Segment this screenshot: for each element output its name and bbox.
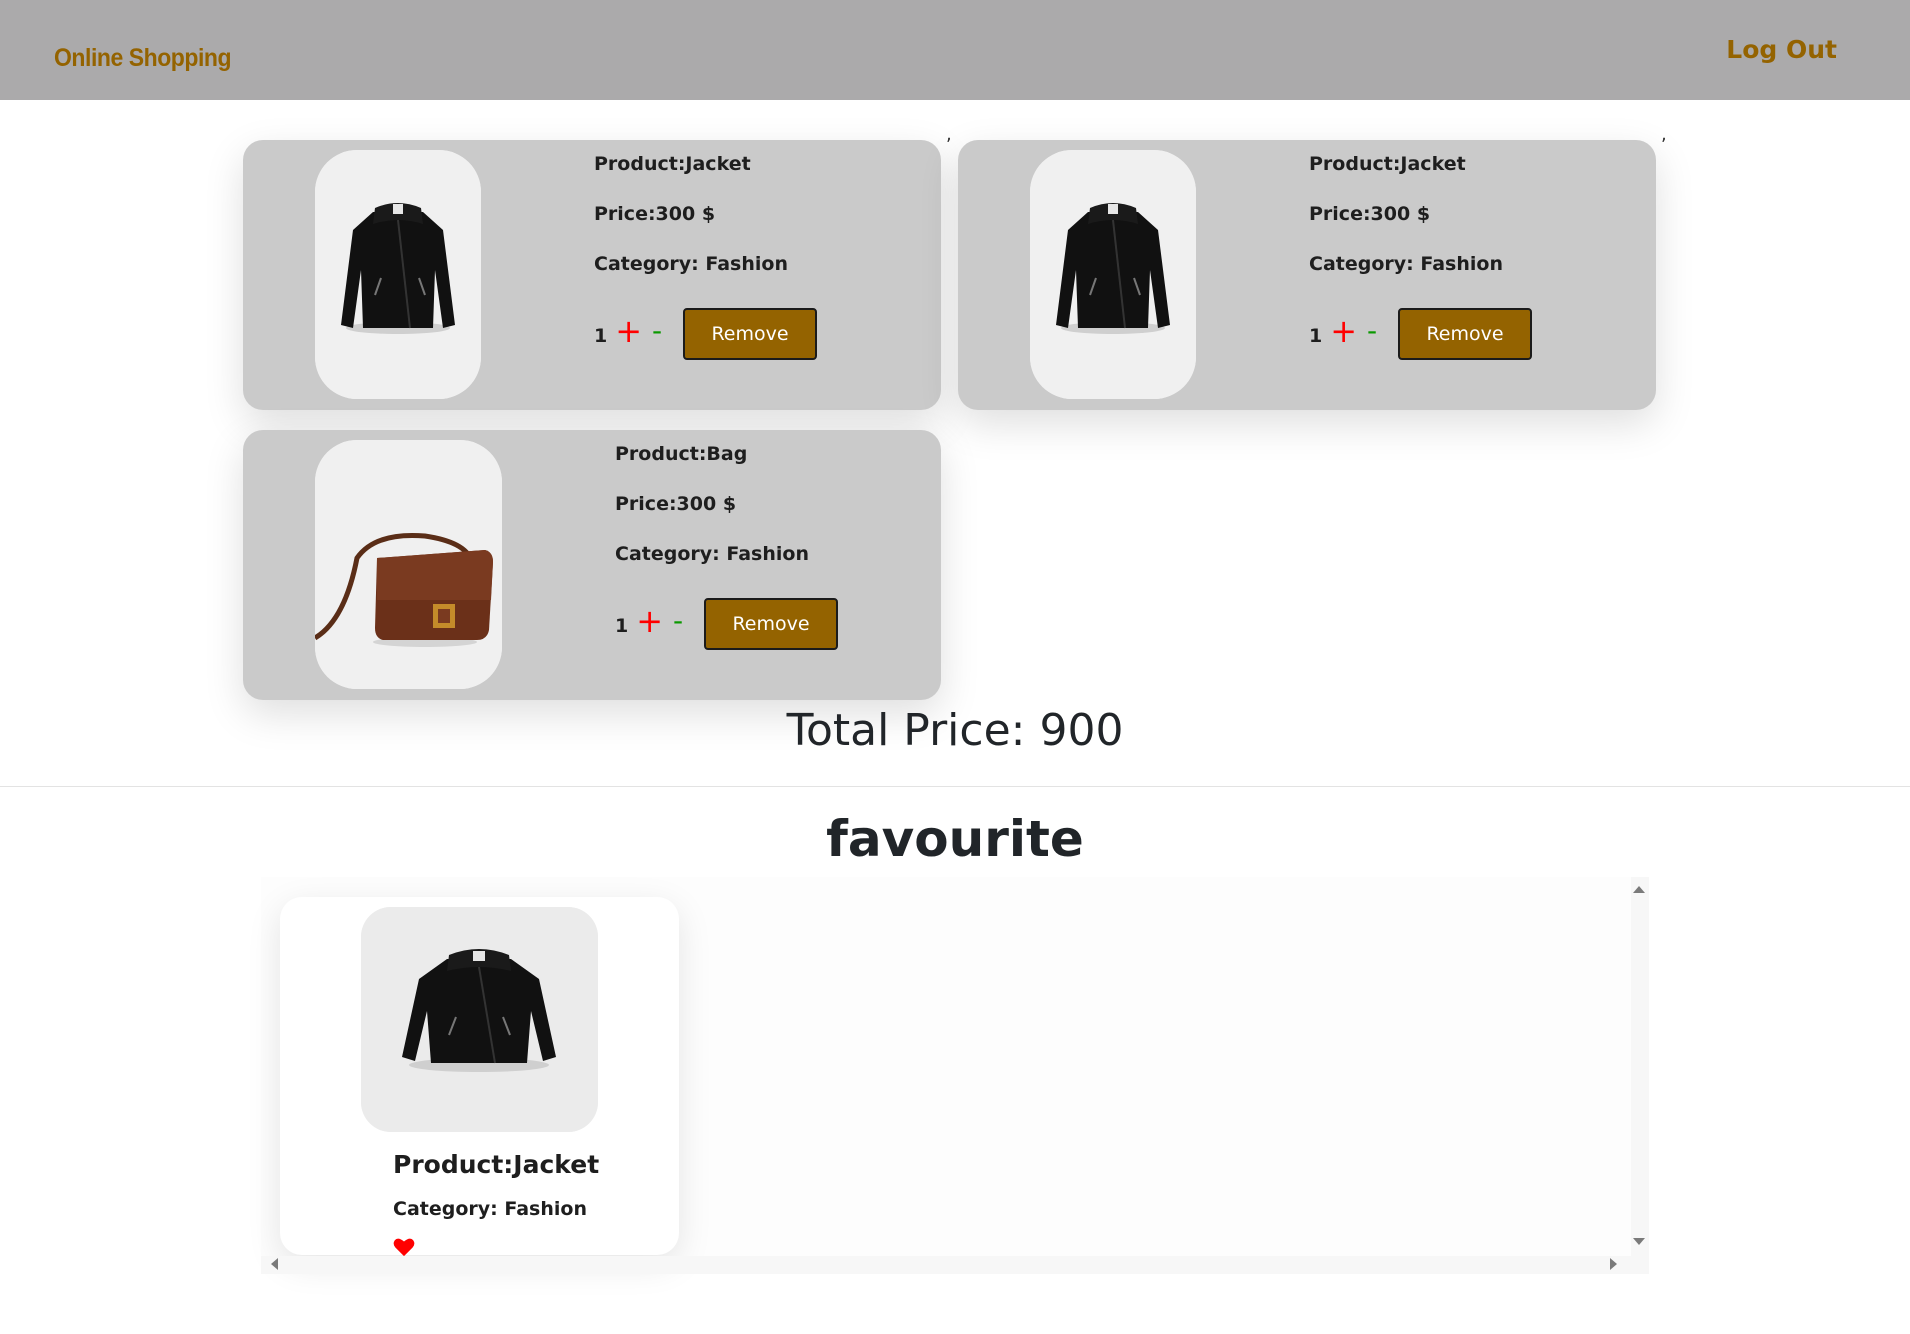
product-category: Category: Fashion bbox=[594, 253, 788, 275]
logout-link[interactable]: Log Out bbox=[1726, 35, 1837, 64]
product-image-jacket bbox=[361, 907, 598, 1132]
product-name: Product:Jacket bbox=[594, 153, 751, 175]
remove-button[interactable]: Remove bbox=[683, 308, 817, 360]
scroll-right-icon[interactable] bbox=[1610, 1258, 1617, 1270]
minus-icon[interactable]: - bbox=[1367, 317, 1377, 345]
product-image-jacket bbox=[315, 150, 481, 399]
bag-image bbox=[315, 440, 502, 689]
plus-icon[interactable]: + bbox=[615, 315, 642, 347]
product-image-jacket bbox=[1030, 150, 1196, 399]
plus-icon[interactable]: + bbox=[636, 605, 663, 637]
heart-icon[interactable] bbox=[393, 1237, 415, 1257]
scroll-left-icon[interactable] bbox=[271, 1258, 278, 1270]
horizontal-scrollbar[interactable] bbox=[261, 1256, 1649, 1274]
total-price: Total Price: 900 bbox=[786, 705, 1124, 756]
cart-item: Product:Bag Price:300 $ Category: Fashio… bbox=[243, 430, 941, 700]
scroll-up-icon[interactable] bbox=[1633, 886, 1645, 893]
product-info: Product:Jacket Price:300 $ Category: Fas… bbox=[594, 152, 788, 302]
vertical-scrollbar[interactable] bbox=[1631, 877, 1649, 1259]
product-info: Product:Bag Price:300 $ Category: Fashio… bbox=[615, 442, 809, 592]
product-price: Price:300 $ bbox=[1309, 203, 1431, 225]
product-name: Product:Bag bbox=[615, 443, 748, 465]
product-name: Product:Jacket bbox=[1309, 153, 1466, 175]
remove-button[interactable]: Remove bbox=[1398, 308, 1532, 360]
favourite-product-category: Category: Fashion bbox=[393, 1198, 587, 1220]
product-info: Product:Jacket Price:300 $ Category: Fas… bbox=[1309, 152, 1503, 302]
quantity-value: 1 bbox=[594, 325, 608, 347]
product-category: Category: Fashion bbox=[615, 543, 809, 565]
quantity-control: 1 + - bbox=[1309, 315, 1377, 347]
favourites-scroll-container[interactable]: Product:Jacket Category: Fashion bbox=[261, 877, 1649, 1274]
quantity-value: 1 bbox=[1309, 325, 1323, 347]
jacket-image bbox=[361, 907, 598, 1132]
favourite-product-name: Product:Jacket bbox=[393, 1150, 600, 1179]
cart-item: Product:Jacket Price:300 $ Category: Fas… bbox=[958, 140, 1656, 410]
minus-icon[interactable]: - bbox=[652, 317, 662, 345]
brand-logo[interactable]: Online Shopping bbox=[54, 44, 232, 73]
remove-button[interactable]: Remove bbox=[704, 598, 838, 650]
cart-item: Product:Jacket Price:300 $ Category: Fas… bbox=[243, 140, 941, 410]
quantity-control: 1 + - bbox=[615, 605, 683, 637]
section-divider bbox=[0, 786, 1910, 787]
quantity-value: 1 bbox=[615, 615, 629, 637]
product-image-bag bbox=[315, 440, 502, 689]
navbar: Online Shopping Log Out bbox=[0, 0, 1910, 100]
minus-icon[interactable]: - bbox=[673, 607, 683, 635]
plus-icon[interactable]: + bbox=[1330, 315, 1357, 347]
product-category: Category: Fashion bbox=[1309, 253, 1503, 275]
favourite-card: Product:Jacket Category: Fashion bbox=[280, 897, 679, 1257]
scroll-down-icon[interactable] bbox=[1633, 1238, 1645, 1245]
jacket-image bbox=[315, 150, 481, 399]
favourites-heading: favourite bbox=[826, 810, 1084, 868]
product-price: Price:300 $ bbox=[615, 493, 737, 515]
separator-mark: , bbox=[946, 124, 952, 145]
quantity-control: 1 + - bbox=[594, 315, 662, 347]
product-price: Price:300 $ bbox=[594, 203, 716, 225]
separator-mark: , bbox=[1661, 124, 1667, 145]
jacket-image bbox=[1030, 150, 1196, 399]
